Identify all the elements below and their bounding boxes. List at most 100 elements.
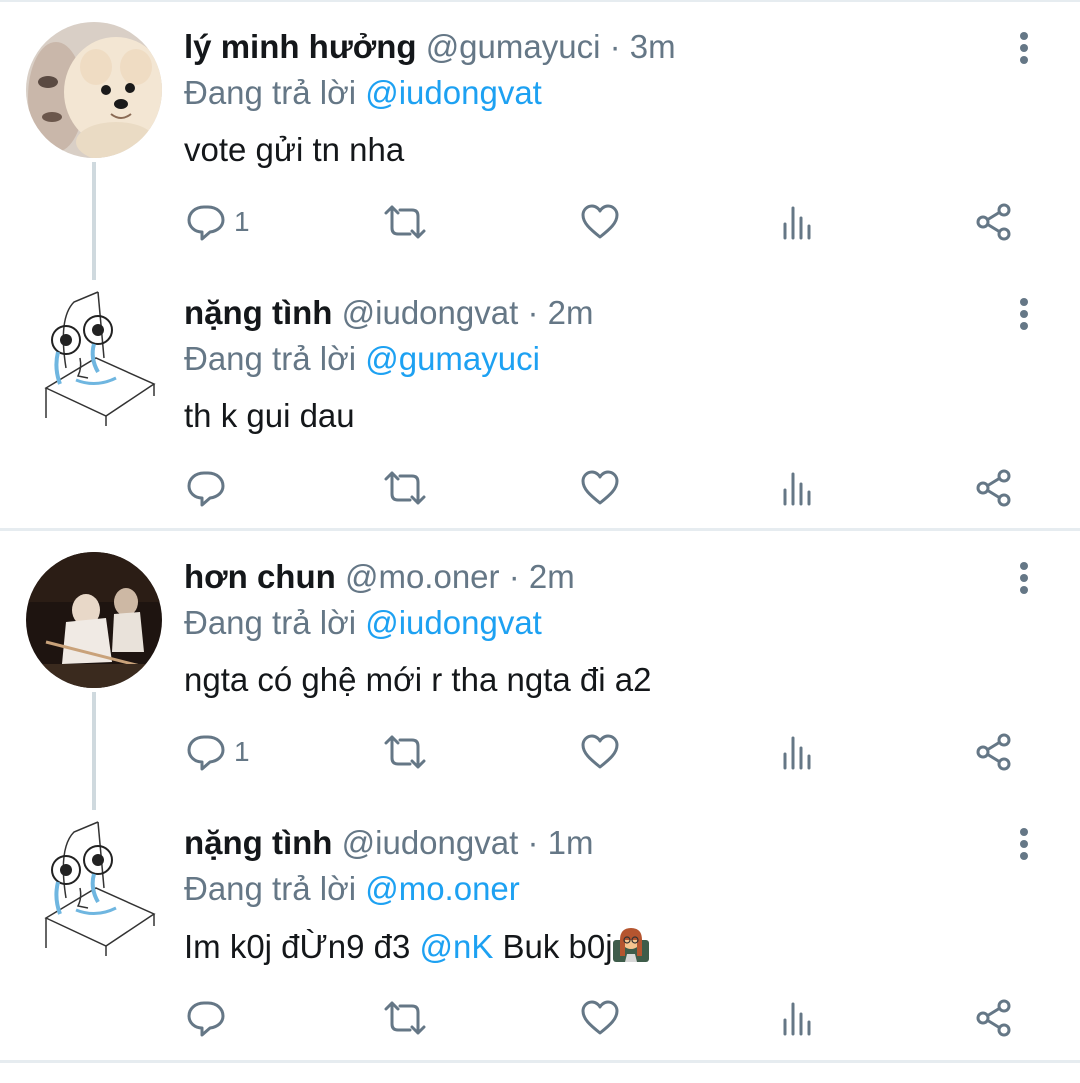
thread-connector bbox=[92, 162, 96, 280]
display-name[interactable]: nặng tình bbox=[184, 824, 332, 861]
tweet-header: nặng tình @iudongvat · 1m bbox=[184, 823, 593, 863]
replying-to-label: Đang trả lời bbox=[184, 870, 357, 907]
tweet-actions: 1 bbox=[184, 200, 1034, 244]
timestamp[interactable]: 3m bbox=[630, 28, 676, 65]
avatar-iudongvat[interactable] bbox=[36, 288, 156, 428]
user-handle[interactable]: @mo.oner bbox=[345, 558, 500, 595]
replying-to-mention[interactable]: @iudongvat bbox=[365, 604, 542, 641]
tweet-actions bbox=[184, 996, 1034, 1040]
share-icon bbox=[976, 999, 1011, 1037]
reply-button[interactable]: 1 bbox=[186, 730, 250, 774]
timestamp[interactable]: 2m bbox=[529, 558, 575, 595]
timestamp[interactable]: 1m bbox=[548, 824, 594, 861]
tweet-header: hơn chun @mo.oner · 2m bbox=[184, 557, 575, 597]
heart-icon bbox=[581, 734, 619, 769]
timestamp[interactable]: 2m bbox=[548, 294, 594, 331]
reply-button[interactable]: 1 bbox=[186, 200, 250, 244]
reply-count: 1 bbox=[234, 736, 250, 767]
tweet-actions: 1 bbox=[184, 730, 1034, 774]
share-button[interactable] bbox=[974, 466, 1014, 510]
user-handle[interactable]: @iudongvat bbox=[342, 824, 519, 861]
separator-dot: · bbox=[508, 558, 520, 595]
tweet-text-part: Buk b0j bbox=[502, 928, 613, 965]
tweet-3[interactable]: hơn chun @mo.oner · 2m Đang trả lời @iud… bbox=[0, 552, 1080, 817]
separator-dot: · bbox=[609, 28, 621, 65]
user-handle[interactable]: @iudongvat bbox=[342, 294, 519, 331]
replying-to: Đang trả lời @gumayuci bbox=[184, 339, 540, 379]
crying-sketch-avatar-image bbox=[36, 818, 156, 958]
retweet-icon bbox=[384, 1001, 426, 1035]
tweet-mention[interactable]: @nK bbox=[419, 928, 493, 965]
separator-dot: · bbox=[527, 824, 539, 861]
heart-icon bbox=[581, 1000, 619, 1035]
share-icon bbox=[976, 203, 1011, 241]
reply-count: 1 bbox=[234, 206, 250, 237]
more-vertical-icon bbox=[1020, 562, 1028, 594]
replying-to-label: Đang trả lời bbox=[184, 604, 357, 641]
tweet-actions bbox=[184, 466, 1034, 510]
like-button[interactable] bbox=[580, 996, 620, 1040]
views-icon bbox=[783, 206, 811, 240]
tweet-header: nặng tình @iudongvat · 2m bbox=[184, 293, 593, 333]
more-vertical-icon bbox=[1020, 32, 1028, 64]
like-button[interactable] bbox=[580, 730, 620, 774]
more-vertical-icon bbox=[1020, 298, 1028, 330]
replying-to: Đang trả lời @iudongvat bbox=[184, 603, 542, 643]
more-options-button[interactable] bbox=[1004, 823, 1044, 863]
replying-to-mention[interactable]: @gumayuci bbox=[365, 340, 540, 377]
tweet-header: lý minh hưởng @gumayuci · 3m bbox=[184, 27, 676, 67]
more-options-button[interactable] bbox=[1004, 293, 1044, 333]
retweet-button[interactable] bbox=[382, 996, 428, 1040]
tweet-text: Im k0j đỪn9 đ3 @nK Buk b0j bbox=[184, 926, 649, 967]
reply-icon bbox=[187, 471, 225, 507]
replying-to-mention[interactable]: @iudongvat bbox=[365, 74, 542, 111]
display-name[interactable]: lý minh hưởng bbox=[184, 28, 417, 65]
thread-divider bbox=[0, 528, 1080, 531]
views-button[interactable] bbox=[778, 466, 818, 510]
replying-to: Đang trả lời @mo.oner bbox=[184, 869, 520, 909]
like-button[interactable] bbox=[580, 200, 620, 244]
heart-icon bbox=[581, 470, 619, 505]
share-button[interactable] bbox=[974, 200, 1014, 244]
display-name[interactable]: nặng tình bbox=[184, 294, 332, 331]
reply-button[interactable] bbox=[186, 466, 234, 510]
more-options-button[interactable] bbox=[1004, 557, 1044, 597]
replying-to-label: Đang trả lời bbox=[184, 340, 357, 377]
replying-to-mention[interactable]: @mo.oner bbox=[365, 870, 520, 907]
share-button[interactable] bbox=[974, 730, 1014, 774]
thread-connector bbox=[92, 692, 96, 810]
avatar-gumayuci[interactable] bbox=[26, 22, 162, 158]
replying-to-label: Đang trả lời bbox=[184, 74, 357, 111]
share-icon bbox=[976, 733, 1011, 771]
separator-dot: · bbox=[527, 294, 539, 331]
tweet-4[interactable]: nặng tình @iudongvat · 1m Đang trả lời @… bbox=[0, 818, 1080, 1083]
tweet-text: ngta có ghệ mới r tha ngta đi a2 bbox=[184, 661, 652, 698]
retweet-button[interactable] bbox=[382, 466, 428, 510]
tweet-text: th k gui dau bbox=[184, 397, 355, 434]
views-icon bbox=[783, 472, 811, 506]
views-button[interactable] bbox=[778, 200, 818, 244]
replying-to: Đang trả lời @iudongvat bbox=[184, 73, 542, 113]
views-button[interactable] bbox=[778, 730, 818, 774]
more-options-button[interactable] bbox=[1004, 27, 1044, 67]
share-icon bbox=[976, 469, 1011, 507]
share-button[interactable] bbox=[974, 996, 1014, 1040]
views-button[interactable] bbox=[778, 996, 818, 1040]
reply-button[interactable] bbox=[186, 996, 234, 1040]
tweet-text: vote gửi tn nha bbox=[184, 131, 405, 168]
tweet-1[interactable]: lý minh hưởng @gumayuci · 3m Đang trả lờ… bbox=[0, 22, 1080, 287]
bottom-divider bbox=[0, 1060, 1080, 1063]
retweet-button[interactable] bbox=[382, 730, 428, 774]
heart-icon bbox=[581, 204, 619, 239]
views-icon bbox=[783, 1002, 811, 1036]
retweet-button[interactable] bbox=[382, 200, 428, 244]
retweet-icon bbox=[384, 205, 426, 239]
user-handle[interactable]: @gumayuci bbox=[426, 28, 601, 65]
avatar-mo-oner[interactable] bbox=[26, 552, 162, 688]
avatar-iudongvat[interactable] bbox=[36, 818, 156, 958]
tweet-2[interactable]: nặng tình @iudongvat · 2m Đang trả lời @… bbox=[0, 288, 1080, 553]
tweet-text-part: Im k0j đỪn9 đ3 bbox=[184, 928, 411, 965]
display-name[interactable]: hơn chun bbox=[184, 558, 336, 595]
crying-sketch-avatar-image bbox=[36, 288, 156, 428]
like-button[interactable] bbox=[580, 466, 620, 510]
